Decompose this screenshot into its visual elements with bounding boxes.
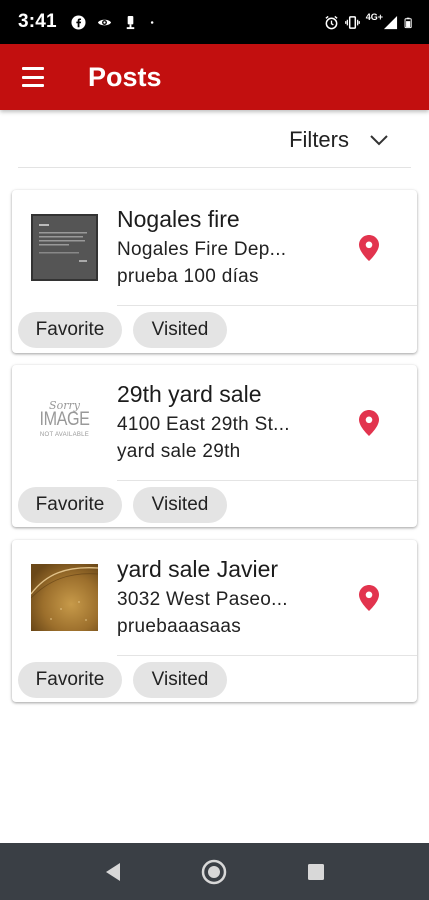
- post-thumbnail: [31, 214, 98, 281]
- visited-chip[interactable]: Visited: [133, 662, 227, 698]
- eye-icon: [97, 19, 111, 25]
- post-address: 4100 East 29th St...: [117, 414, 290, 435]
- home-icon[interactable]: [201, 859, 227, 885]
- post-thumbnail: [31, 564, 98, 631]
- signal-icon: [383, 15, 398, 29]
- facebook-icon: [71, 14, 86, 30]
- system-icons: 4G+: [324, 12, 415, 30]
- post-card[interactable]: Nogales fire Nogales Fire Dep... prueba …: [12, 190, 417, 353]
- status-time: 3:41: [18, 11, 57, 32]
- chevron-down-icon: [370, 135, 388, 146]
- post-description: pruebaaasaas: [117, 616, 242, 637]
- visited-chip[interactable]: Visited: [133, 487, 227, 523]
- divider: [18, 167, 411, 168]
- post-address: 3032 West Paseo...: [117, 589, 288, 610]
- visited-chip[interactable]: Visited: [133, 312, 227, 348]
- favorite-chip[interactable]: Favorite: [18, 487, 122, 523]
- system-nav-bar: [0, 843, 429, 900]
- post-description: prueba 100 días: [117, 266, 259, 287]
- post-title: Nogales fire: [117, 206, 240, 232]
- post-address: Nogales Fire Dep...: [117, 239, 287, 260]
- post-thumbnail: Sorry IMAGE NOT AVAILABLE: [31, 389, 98, 456]
- page-title: Posts: [88, 61, 162, 92]
- notification-icons: [71, 14, 159, 30]
- menu-line: [22, 75, 44, 79]
- thumbnail-not-available-text: NOT AVAILABLE: [39, 432, 90, 438]
- post-title: yard sale Javier: [117, 556, 279, 582]
- golden-textured-image: [31, 564, 98, 631]
- card-divider: [117, 655, 417, 656]
- location-pin-icon[interactable]: [359, 235, 379, 261]
- card-divider: [117, 305, 417, 306]
- app-bar: Posts: [0, 44, 429, 110]
- menu-line: [22, 84, 44, 87]
- back-icon[interactable]: [103, 862, 123, 882]
- card-divider: [117, 480, 417, 481]
- recents-icon[interactable]: [307, 863, 325, 881]
- vibrate-icon: [344, 15, 360, 29]
- dark-screenshot-image: [33, 216, 96, 279]
- location-pin-icon[interactable]: [359, 410, 379, 436]
- battery-icon: [404, 17, 412, 28]
- location-pin-icon[interactable]: [359, 585, 379, 611]
- post-card[interactable]: Sorry IMAGE NOT AVAILABLE 29th yard sale…: [12, 365, 417, 527]
- post-description: yard sale 29th: [117, 441, 241, 462]
- post-card[interactable]: yard sale Javier 3032 West Paseo... prue…: [12, 540, 417, 702]
- alarm-icon: [325, 15, 338, 29]
- filters-dropdown[interactable]: Filters: [289, 124, 389, 156]
- upload-icon: [126, 15, 135, 29]
- menu-line: [22, 67, 44, 70]
- favorite-chip[interactable]: Favorite: [18, 662, 122, 698]
- favorite-chip[interactable]: Favorite: [18, 312, 122, 348]
- dot-icon: [150, 20, 154, 24]
- post-title: 29th yard sale: [117, 381, 262, 407]
- filters-label: Filters: [289, 127, 349, 152]
- menu-icon[interactable]: [22, 67, 48, 87]
- thumbnail-image-text: IMAGE: [39, 409, 90, 430]
- status-bar: 3:41 4G+: [0, 0, 429, 44]
- network-type: 4G+: [365, 12, 383, 22]
